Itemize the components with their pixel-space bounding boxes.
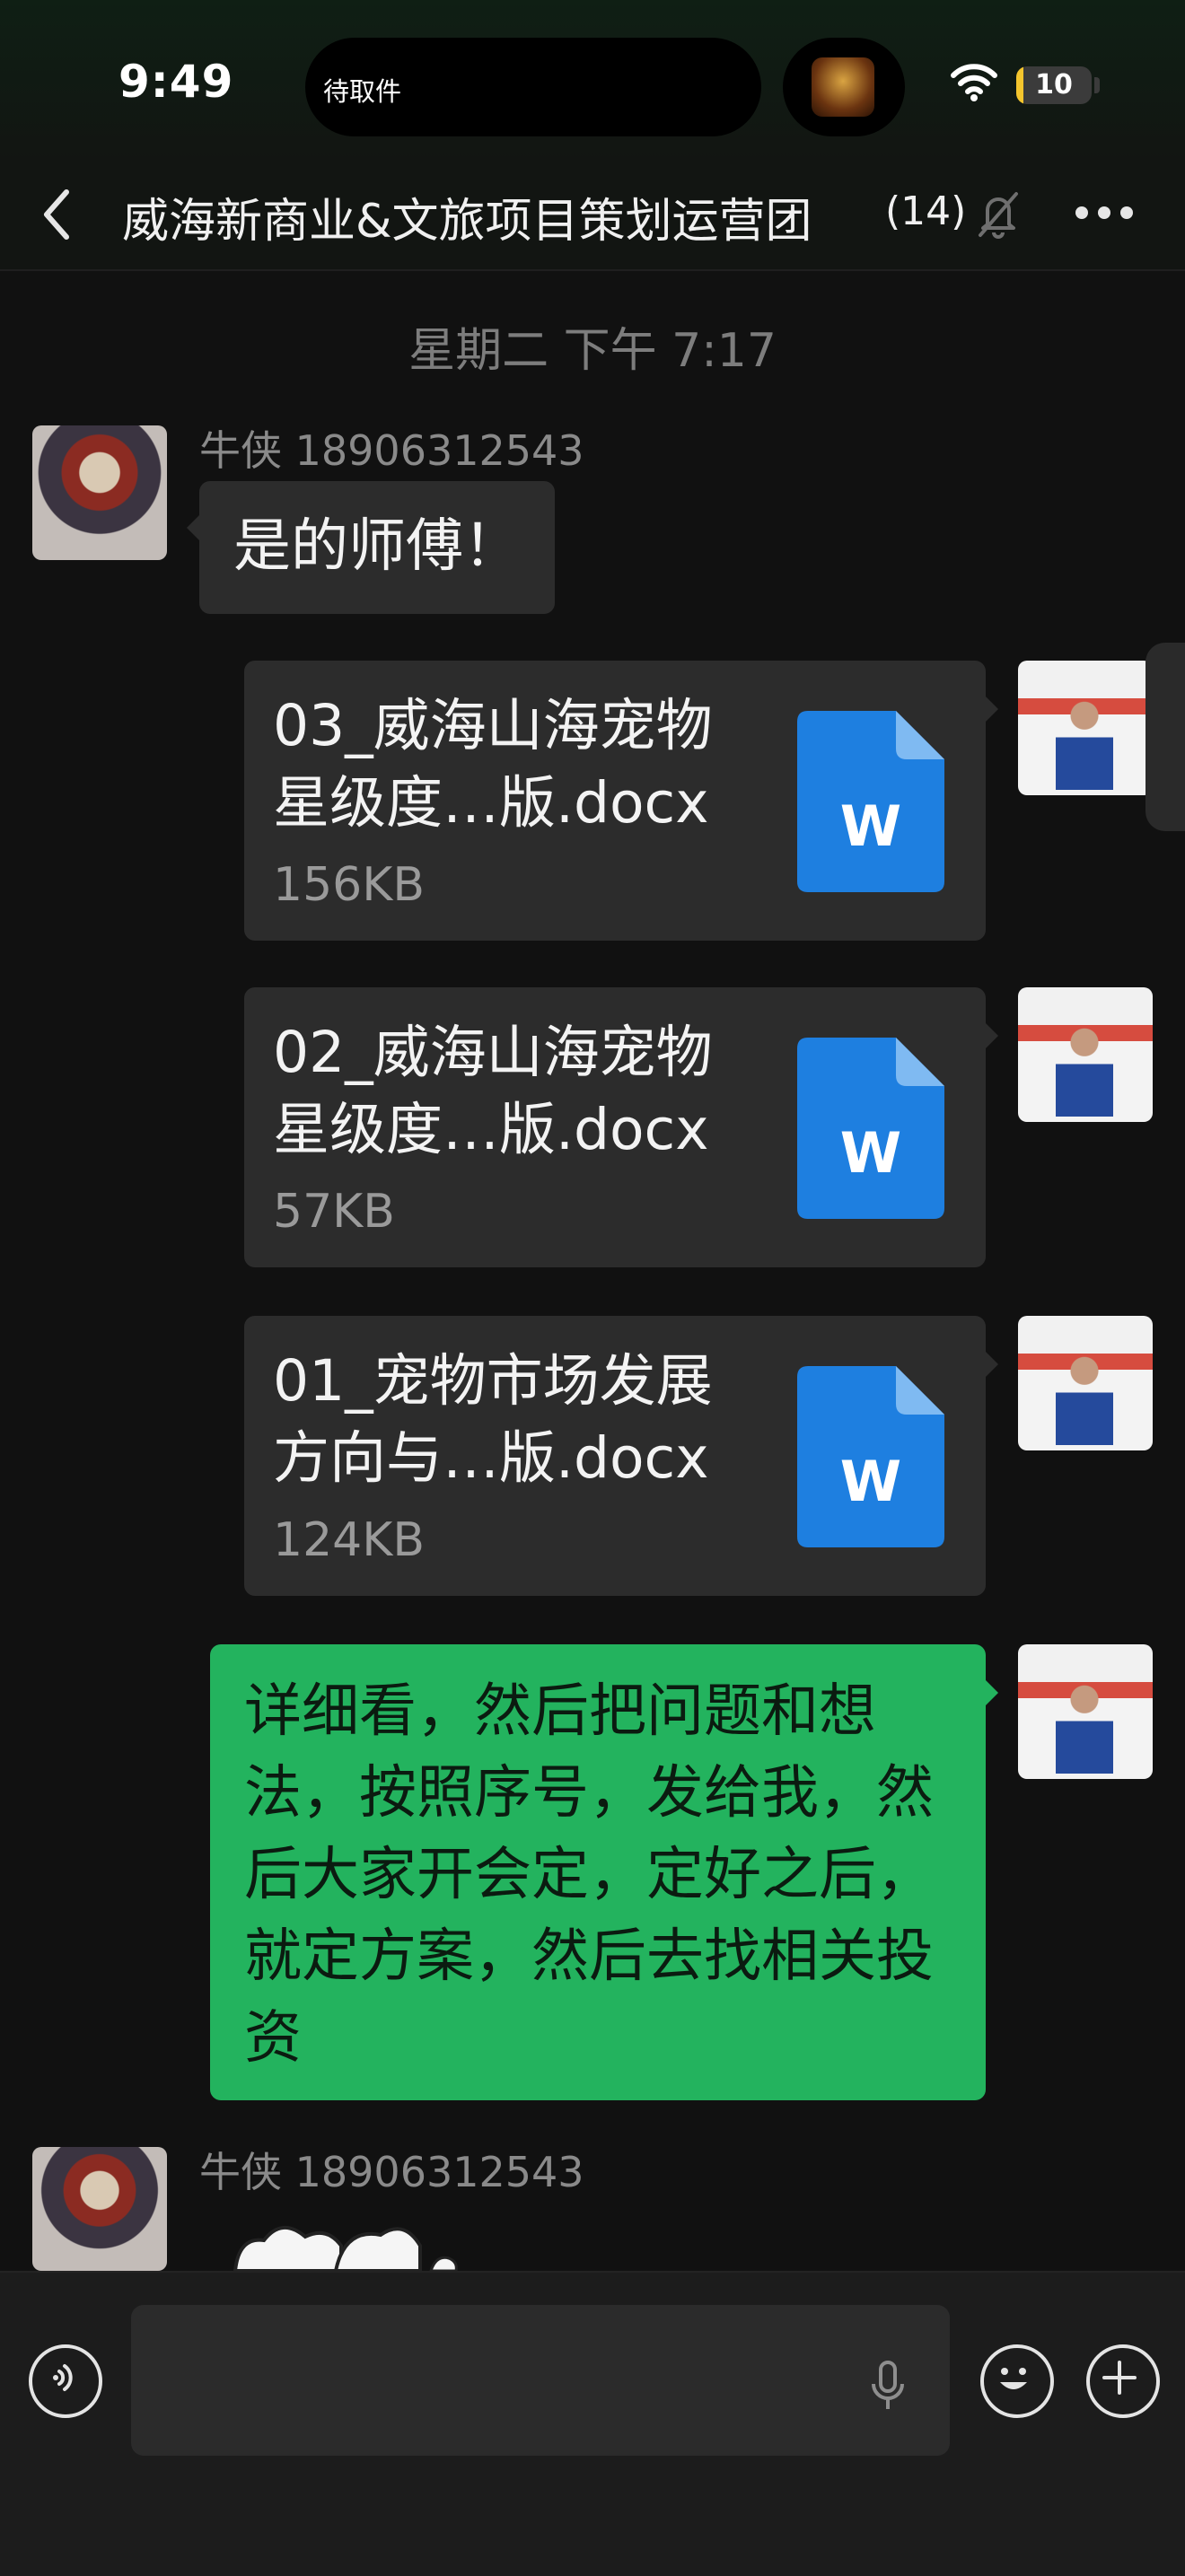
avatar-self[interactable]: [1018, 987, 1153, 1122]
file-name: 03_威海山海宠物星级度…版.docx: [273, 693, 713, 836]
sender-name: 牛侠 18906312543: [199, 2148, 584, 2196]
message-timestamp: 星期二 下午 7:17: [408, 324, 777, 378]
file-size: 156KB: [273, 858, 426, 912]
live-activity[interactable]: [783, 38, 905, 136]
word-icon-letter: W: [840, 1120, 901, 1186]
bell-slash-icon: [979, 192, 1018, 239]
avatar[interactable]: [32, 425, 167, 560]
battery-level: 10: [1035, 69, 1073, 101]
more-icon[interactable]: [1074, 203, 1135, 223]
mic-icon[interactable]: [865, 2359, 910, 2413]
avatar-self[interactable]: [1018, 1316, 1153, 1450]
word-icon-letter: W: [840, 1449, 901, 1514]
file-message[interactable]: 03_威海山海宠物星级度…版.docx 156KB W: [244, 661, 998, 941]
message-text: 是的师傅！: [233, 513, 521, 580]
sender-name: 牛侠 18906312543: [199, 426, 584, 475]
word-icon-letter: W: [840, 793, 901, 859]
word-document-icon: W: [797, 1038, 944, 1219]
input-bar: [0, 2271, 1185, 2576]
file-size: 57KB: [273, 1185, 395, 1239]
voice-icon[interactable]: [29, 2344, 102, 2418]
wifi-icon: [951, 64, 997, 101]
file-message[interactable]: 02_威海山海宠物星级度…版.docx 57KB W: [244, 987, 998, 1267]
scroll-handle[interactable]: [1146, 643, 1185, 831]
file-name: 01_宠物市场发展方向与…版.docx: [273, 1348, 713, 1491]
file-size: 124KB: [273, 1513, 426, 1567]
chat-screen: 9:49 待取件 10 威海新商业&文旅项目策划运营团 (14) 星期二 下午 …: [0, 0, 1185, 2576]
message-bubble-outgoing[interactable]: 详细看，然后把问题和想法，按照序号，发给我，然后大家开会定，定好之后，就定方案，…: [210, 1644, 998, 2100]
dynamic-island[interactable]: 待取件: [305, 38, 761, 136]
sticker-image[interactable]: [228, 2210, 461, 2271]
live-activity-thumbnail: [812, 57, 874, 117]
word-document-icon: W: [797, 1366, 944, 1547]
avatar-self[interactable]: [1018, 661, 1153, 795]
word-document-icon: W: [797, 711, 944, 892]
avatar-self[interactable]: [1018, 1644, 1153, 1779]
message-bubble[interactable]: 是的师傅！: [187, 481, 555, 614]
chat-header: 威海新商业&文旅项目策划运营团 (14): [0, 162, 1185, 271]
message-text: 详细看，然后把问题和想法，按照序号，发给我，然后大家开会定，定好之后，就定方案，…: [244, 1678, 934, 2072]
emoji-icon[interactable]: [980, 2344, 1054, 2418]
status-bar: 9:49 待取件 10: [0, 0, 1185, 162]
chevron-left-icon[interactable]: [36, 185, 81, 244]
file-name: 02_威海山海宠物星级度…版.docx: [273, 1020, 713, 1162]
member-count: (14): [885, 188, 967, 234]
file-message[interactable]: 01_宠物市场发展方向与…版.docx 124KB W: [244, 1316, 998, 1596]
status-time: 9:49: [118, 56, 234, 108]
avatar[interactable]: [32, 2147, 167, 2271]
battery-indicator: 10: [1016, 66, 1092, 104]
message-input[interactable]: [131, 2305, 950, 2456]
chat-title: 威海新商业&文旅项目策划运营团: [122, 195, 812, 249]
plus-icon[interactable]: [1086, 2344, 1160, 2418]
island-text: 待取件: [323, 76, 402, 107]
battery-cap: [1094, 77, 1100, 93]
